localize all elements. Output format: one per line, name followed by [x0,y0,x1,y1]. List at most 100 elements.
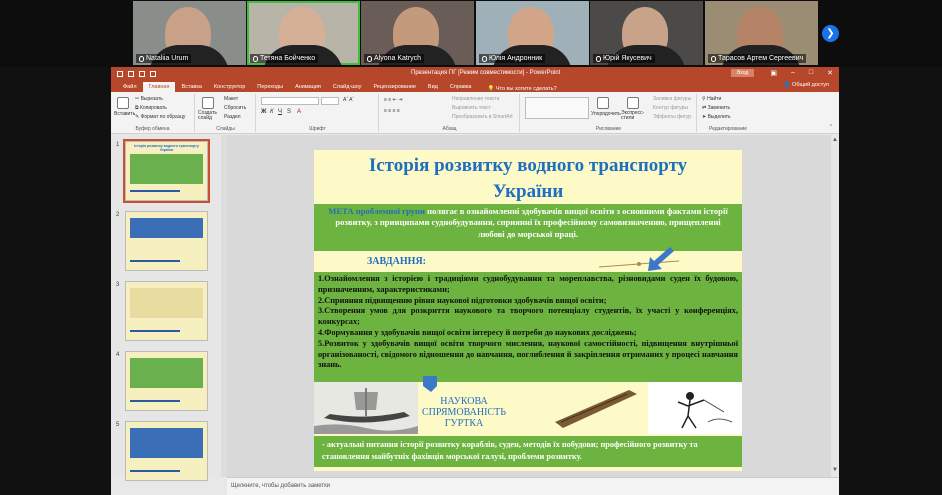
ribbon-tab[interactable]: Файл [117,82,143,92]
copy-button[interactable]: ⧉ Копировать [135,105,167,111]
participant-name-label: Nataliia Urum [146,55,189,62]
direction-title: НАУКОВА СПРЯМОВАНІСТЬ ГУРТКА [422,396,506,429]
save-icon[interactable] [117,70,123,77]
cut-button[interactable]: ✂ Вырезать [135,96,163,102]
notes-pane[interactable]: Щелкните, чтобы добавить заметки [227,477,839,495]
scroll-down-icon[interactable]: ▼ [832,467,838,473]
ribbon-tab[interactable]: Слайд-шоу [327,82,368,92]
tasks-box: 1.Ознайомлення з історією і традиціями с… [314,272,742,382]
slideshow-icon[interactable] [150,70,156,77]
text-direction-button[interactable]: Направление текста [452,96,499,102]
person-icon: 👤 [783,82,791,88]
arrange-icon[interactable] [597,97,609,109]
underline-icon[interactable]: Ч [278,109,282,115]
slide-canvas: Історія розвитку водного транспорту Укра… [227,135,831,477]
ribbon-tab[interactable]: Переходы [251,82,289,92]
copy-icon: ⧉ [135,105,139,111]
clipboard-group: Вставить ✂ Вырезать ⧉ Копировать ✎ Форма… [111,94,195,132]
task-item: 3.Створення умов для розкриття наукового… [318,306,738,327]
paste-button[interactable]: Вставить [114,111,135,117]
shape-fill-button[interactable]: Заливка фигуры [653,96,691,102]
participant-tile[interactable]: Юрій Якусевич [590,1,703,65]
minimize-icon[interactable]: – [791,69,795,77]
shadow-icon[interactable]: S [287,109,291,115]
task-item: 4.Формування у здобувачів вищої освіти і… [318,327,637,337]
participant-tile[interactable]: Тетяна Бойченко [247,1,360,65]
paste-icon[interactable] [117,97,129,109]
grow-shrink-font-icon[interactable]: Aˆ Aˇ [343,97,354,103]
slide-scrollbar[interactable]: ▲ ▼ [831,135,839,477]
slide-number: 1 [116,142,120,148]
quick-styles-icon[interactable] [627,97,639,109]
font-label: Шрифт [309,126,326,132]
new-slide-icon[interactable] [202,97,214,109]
sailor-sketch-image [648,382,742,434]
ribbon-tab[interactable]: Справка [444,82,478,92]
slide-title: Історія розвитку водного транспорту Укра… [314,153,742,205]
replace-button[interactable]: ⇄ Заменить [702,105,730,111]
ribbon-display-icon[interactable]: ▣ [770,69,777,77]
collapse-ribbon-icon[interactable]: ⌃ [829,124,833,130]
ribbon-tab[interactable]: Анимация [289,82,327,92]
reset-button[interactable]: Сбросить [224,105,246,111]
participant-tile[interactable]: Nataliia Urum [133,1,246,65]
font-color-icon[interactable]: A [297,109,301,115]
ribbon-tab[interactable]: Главная [142,82,176,92]
slide-thumbnail[interactable]: 2 [116,211,208,271]
slide-thumbnail[interactable]: 5 [116,421,208,481]
arrow-down-left-icon [648,247,674,271]
ribbon-tab[interactable]: Вставка [175,82,207,92]
undo-icon[interactable] [128,70,134,77]
smartart-button[interactable]: Преобразовать в SmartArt [452,114,513,120]
ribbon-tab[interactable]: Вид [422,82,444,92]
shape-outline-button[interactable]: Контур фигуры [653,105,688,111]
close-icon[interactable]: ✕ [827,69,833,77]
maximize-icon[interactable]: □ [809,69,813,77]
bold-icon[interactable]: Ж [261,109,266,115]
section-button[interactable]: Раздел [224,114,241,120]
quick-styles-button[interactable]: Экспресс-стили [621,111,651,121]
new-slide-button[interactable]: Создать слайд [198,111,222,121]
slide-thumbnail[interactable]: 4 [116,351,208,411]
slide-thumbnail[interactable]: 3 [116,281,208,341]
thumbnail-title: Історія розвитку водного транспорту Укра… [134,144,199,152]
font-group: Aˆ Aˇ Ж К Ч S A Шрифт [257,94,379,132]
mic-icon [253,55,258,62]
shapes-gallery[interactable] [525,97,589,119]
bullets-icon[interactable]: ≡ ≡ ⇤ ⇥ [384,97,402,103]
align-text-button[interactable]: Выровнять текст [452,105,491,111]
font-name-dropdown[interactable] [261,97,319,105]
find-button[interactable]: ⚲ Найти [702,96,721,102]
italic-icon[interactable]: К [270,109,274,115]
ribbon-tab[interactable]: Конструктор [208,82,251,92]
align-icons[interactable]: ≡ ≡ ≡ ≡ [384,108,400,114]
redo-icon[interactable] [139,70,145,77]
participant-tile[interactable]: Юлія Андронник [476,1,589,65]
participant-tile[interactable]: Alyona Katrych [361,1,474,65]
participant-name-label: Alyona Katrych [374,55,422,62]
tasks-label: ЗАВДАННЯ: [367,256,426,267]
participant-name-label: Тарасов Артем Сергеевич [718,55,804,62]
drawing-label: Рисование [595,126,622,132]
slide-number: 3 [116,282,120,288]
font-size-dropdown[interactable] [321,97,339,105]
paragraph-group: ≡ ≡ ⇤ ⇥ ≡ ≡ ≡ ≡ Направление текста Выров… [380,94,520,132]
signin-button[interactable]: Вход [731,69,755,77]
slide-thumbnail[interactable]: 1 Історія розвитку водного транспорту Укр… [116,139,210,203]
participant-tile[interactable]: Тарасов Артем Сергеевич [705,1,818,65]
arrange-button[interactable]: Упорядочить [591,111,621,117]
ribbon-tab[interactable]: Рецензирование [367,82,421,92]
next-page-button[interactable]: ❯ [822,25,839,42]
scroll-up-icon[interactable]: ▲ [832,137,838,143]
select-button[interactable]: ➤ Выделить [702,114,731,120]
screen: Nataliia Urum Тетяна Бойченко Alyona Katry… [0,0,942,495]
select-label: Выделить [707,114,731,120]
mic-icon [711,55,716,62]
current-slide[interactable]: Історія розвитку водного транспорту Укра… [314,150,742,471]
editing-label: Редактирование [708,126,748,132]
layout-button[interactable]: Макет [224,96,238,102]
quick-access-toolbar [111,70,156,77]
format-painter-button[interactable]: ✎ Формат по образцу [135,114,185,120]
shape-effects-button[interactable]: Эффекты фигур [653,114,691,120]
share-button[interactable]: 👤 Общий доступ [784,82,829,88]
